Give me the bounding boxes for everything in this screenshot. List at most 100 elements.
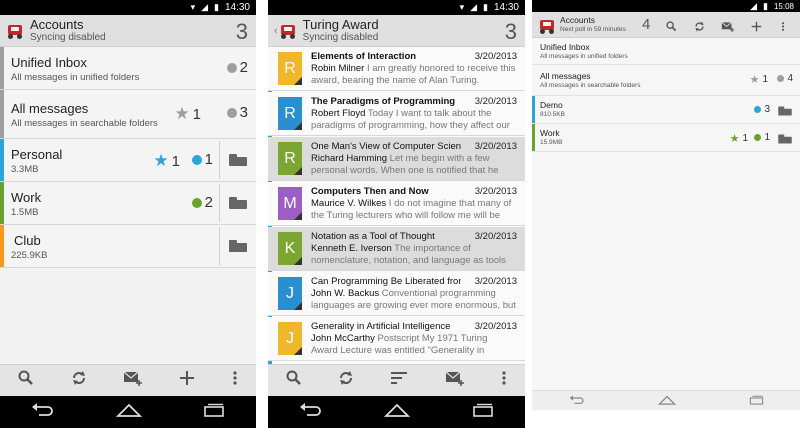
- overflow-menu-icon[interactable]: [232, 370, 238, 391]
- message-list: R Elements of Interaction 3/20/2013 Robin M…: [268, 47, 525, 364]
- folder-name: Work: [540, 128, 560, 138]
- folder-name: Demo: [540, 100, 563, 110]
- recents-icon[interactable]: [472, 403, 494, 422]
- unread-counter[interactable]: 2: [191, 194, 213, 211]
- back-icon[interactable]: [299, 402, 323, 422]
- add-icon[interactable]: [179, 370, 195, 391]
- message-list-item[interactable]: R One Man's View of Computer Science 3/20/…: [268, 137, 525, 181]
- app-icon[interactable]: [279, 22, 297, 40]
- page-title: Accounts: [560, 15, 595, 26]
- starred-counter[interactable]: ★ 1: [730, 132, 748, 145]
- home-icon[interactable]: [384, 403, 411, 422]
- folder-icon[interactable]: [778, 134, 792, 144]
- unread-count: 3: [235, 19, 248, 44]
- wifi-icon: ▾: [190, 2, 197, 12]
- folder-subtitle: All messages in unified folders: [540, 53, 628, 60]
- status-time: 15:08: [773, 1, 794, 11]
- folder-row-club[interactable]: Club 225.9KB: [0, 225, 256, 268]
- star-icon: ★: [749, 74, 760, 86]
- starred-counter[interactable]: ★ 1: [750, 73, 768, 86]
- unread-counter[interactable]: 1: [754, 132, 770, 143]
- contact-avatar[interactable]: K: [278, 232, 302, 265]
- message-list-item[interactable]: M Computers Then and Now 3/20/2013 Maurice …: [268, 182, 525, 226]
- message-list-item[interactable]: J Can Programming Be Liberated from... 3/2…: [268, 272, 525, 316]
- starred-count: 1: [192, 105, 201, 123]
- battery-icon: ▮: [214, 2, 220, 12]
- folder-row-all-messages[interactable]: All messages All messages in searchable …: [532, 65, 800, 96]
- bottom-action-bar: [268, 364, 525, 396]
- message-list-item[interactable]: R Elements of Interaction 3/20/2013 Robin M…: [268, 47, 525, 91]
- action-bar: Accounts Syncing disabled 3: [0, 15, 256, 47]
- unread-count: 3: [504, 19, 517, 44]
- home-icon[interactable]: [657, 392, 676, 410]
- folder-icon[interactable]: [778, 106, 792, 116]
- folder-row-all-messages[interactable]: All messages All messages in searchable …: [0, 90, 256, 139]
- unread-count: 3: [764, 104, 770, 115]
- message-sender: John McCarthy: [311, 333, 375, 344]
- unread-counter[interactable]: 1: [191, 151, 213, 168]
- up-navigation-icon[interactable]: ‹: [274, 25, 278, 37]
- status-bar: ◢ ▮ 15:08: [532, 0, 800, 12]
- folder-row-work[interactable]: Work 15.9MB ★ 1 1: [532, 124, 800, 152]
- unread-dot-icon: [754, 134, 762, 141]
- message-date: 3/20/2013: [474, 231, 517, 242]
- message-date: 3/20/2013: [474, 186, 517, 197]
- unread-count: 2: [239, 59, 248, 76]
- unread-counter[interactable]: 4: [777, 73, 793, 84]
- home-icon[interactable]: [115, 403, 143, 422]
- compose-icon[interactable]: [445, 370, 465, 391]
- search-icon[interactable]: [286, 370, 302, 391]
- message-sender: Kenneth E. Iverson: [311, 243, 392, 254]
- avatar-letter: J: [286, 329, 294, 347]
- message-list-item[interactable]: K Notation as a Tool of Thought 3/20/2013 K…: [268, 227, 525, 271]
- unread-counter[interactable]: 2: [226, 59, 248, 76]
- overflow-menu-icon[interactable]: [781, 19, 785, 37]
- unread-counter[interactable]: 3: [226, 104, 248, 121]
- add-icon[interactable]: [751, 19, 762, 37]
- contact-avatar[interactable]: J: [278, 277, 302, 310]
- refresh-icon[interactable]: [694, 19, 705, 37]
- recents-icon[interactable]: [749, 392, 764, 410]
- folder-row-unified-inbox[interactable]: Unified Inbox All messages in unified fo…: [532, 38, 800, 65]
- back-icon[interactable]: [569, 392, 585, 410]
- message-list-item[interactable]: J Generality in Artificial Intelligence 3/…: [268, 317, 525, 361]
- contact-avatar[interactable]: J: [278, 322, 302, 355]
- star-icon: ★: [729, 133, 740, 145]
- folder-icon[interactable]: [229, 240, 247, 252]
- search-icon[interactable]: [666, 19, 677, 37]
- folder-icon[interactable]: [229, 197, 247, 209]
- overflow-menu-icon[interactable]: [501, 370, 507, 391]
- contact-avatar[interactable]: M: [278, 187, 302, 220]
- status-time: 14:30: [493, 2, 519, 13]
- search-icon[interactable]: [18, 370, 34, 391]
- folder-row-unified-inbox[interactable]: Unified Inbox All messages in unified fo…: [0, 47, 256, 90]
- sort-icon[interactable]: [390, 371, 408, 390]
- compose-icon[interactable]: [123, 370, 143, 391]
- page-subtitle: Syncing disabled: [302, 32, 379, 44]
- app-icon[interactable]: [538, 17, 554, 34]
- folder-row-personal[interactable]: Personal 3.3MB ★ 1 1: [0, 139, 256, 182]
- contact-avatar[interactable]: R: [278, 97, 302, 130]
- message-date: 3/20/2013: [474, 51, 517, 62]
- refresh-icon[interactable]: [338, 370, 354, 391]
- recents-icon[interactable]: [203, 403, 225, 422]
- folder-row-work[interactable]: Work 1.5MB 2: [0, 182, 256, 225]
- back-icon[interactable]: [31, 402, 55, 422]
- refresh-icon[interactable]: [71, 370, 87, 391]
- message-subject: Can Programming Be Liberated from...: [311, 276, 461, 287]
- message-list-item[interactable]: R The Paradigms of Programming 3/20/2013 Ro…: [268, 92, 525, 136]
- contact-avatar[interactable]: R: [278, 142, 302, 175]
- starred-counter[interactable]: ★ 1: [174, 104, 201, 124]
- message-subject: Notation as a Tool of Thought: [311, 231, 435, 242]
- folder-icon[interactable]: [229, 154, 247, 166]
- unread-dot-icon: [226, 107, 237, 118]
- folder-row-demo[interactable]: Demo 810.5KB 3: [532, 96, 800, 124]
- contact-avatar[interactable]: R: [278, 52, 302, 85]
- starred-counter[interactable]: ★ 1: [153, 151, 180, 171]
- folder-subtitle: All messages in searchable folders: [11, 118, 158, 129]
- unread-counter[interactable]: 3: [754, 104, 770, 115]
- compose-icon[interactable]: [721, 19, 735, 37]
- status-bar: ▾ ◢ ▮ 14:30: [0, 0, 256, 15]
- folder-size: 15.9MB: [540, 139, 563, 146]
- app-icon[interactable]: [6, 22, 24, 40]
